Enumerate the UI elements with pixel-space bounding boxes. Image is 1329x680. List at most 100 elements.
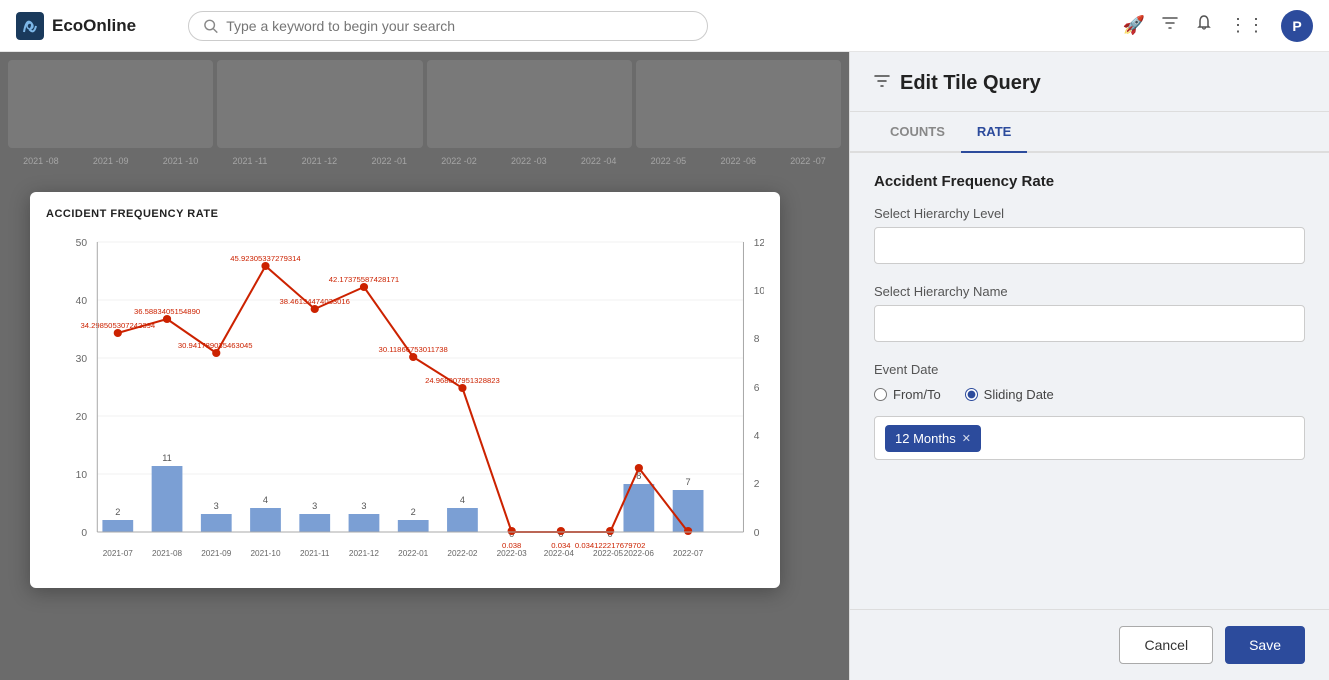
months-badge-text: 12 Months (895, 431, 956, 446)
avatar[interactable]: P (1281, 10, 1313, 42)
panel-title: Edit Tile Query (900, 72, 1041, 111)
panel-header: Edit Tile Query (850, 52, 1329, 112)
svg-text:2021-10: 2021-10 (250, 549, 281, 558)
bar-7 (447, 508, 478, 532)
hierarchy-name-input[interactable] (874, 305, 1305, 342)
sliding-date-option[interactable]: Sliding Date (965, 387, 1054, 402)
tab-rate[interactable]: RATE (961, 112, 1027, 153)
from-to-radio[interactable] (874, 388, 887, 401)
bell-icon[interactable] (1195, 14, 1213, 37)
event-date-section: Event Date From/To Sliding Date 12 Month… (874, 362, 1305, 460)
bar-1 (152, 466, 183, 532)
hierarchy-level-input[interactable] (874, 227, 1305, 264)
svg-text:0: 0 (81, 528, 87, 539)
svg-text:4: 4 (754, 431, 760, 442)
svg-text:10: 10 (76, 470, 88, 481)
svg-text:4: 4 (460, 495, 465, 505)
logo-area: EcoOnline (16, 12, 176, 40)
bar-2 (201, 514, 232, 532)
svg-text:3: 3 (214, 501, 219, 511)
bar-0 (102, 520, 133, 532)
bar-5 (349, 514, 380, 532)
svg-text:30.941789035463045: 30.941789035463045 (178, 341, 253, 350)
svg-text:3: 3 (312, 501, 317, 511)
svg-text:6: 6 (754, 383, 760, 394)
svg-text:12: 12 (754, 238, 764, 249)
svg-text:40: 40 (76, 296, 88, 307)
svg-text:30.11866753011738: 30.11866753011738 (379, 345, 448, 354)
hierarchy-name-label: Select Hierarchy Name (874, 284, 1305, 299)
from-to-option[interactable]: From/To (874, 387, 941, 402)
svg-text:All Events: All Events (762, 382, 764, 422)
svg-text:2022-05: 2022-05 (593, 549, 624, 558)
panel-body: Accident Frequency Rate Select Hierarchy… (850, 153, 1329, 609)
main-area: 2021 -082021 -092021 -102021 -112021 -12… (0, 52, 1329, 680)
svg-text:7: 7 (686, 477, 691, 487)
search-icon (203, 18, 218, 34)
event-date-label: Event Date (874, 362, 1305, 377)
svg-text:45.92305337279314: 45.92305337279314 (230, 254, 300, 263)
chart-card: ACCIDENT FREQUENCY RATE 50 40 (30, 192, 780, 588)
bar-4 (299, 514, 330, 532)
tabs-row: COUNTS RATE (850, 112, 1329, 153)
svg-text:2022-01: 2022-01 (398, 549, 429, 558)
svg-text:3: 3 (361, 501, 366, 511)
filter-panel-icon (874, 73, 890, 94)
svg-text:34.298505307242394: 34.298505307242394 (80, 321, 155, 330)
afr-line (118, 266, 688, 532)
bar-3 (250, 508, 281, 532)
months-badge[interactable]: 12 Months ✕ (885, 425, 981, 452)
svg-text:24.968007951328823: 24.968007951328823 (425, 376, 500, 385)
svg-text:50: 50 (76, 238, 88, 249)
svg-text:2021-12: 2021-12 (349, 549, 380, 558)
svg-text:2021-07: 2021-07 (103, 549, 134, 558)
svg-text:4: 4 (263, 495, 268, 505)
svg-text:2: 2 (411, 507, 416, 517)
logo-text: EcoOnline (52, 16, 136, 36)
svg-text:11: 11 (162, 453, 172, 463)
right-panel: Edit Tile Query COUNTS RATE Accident Fre… (849, 52, 1329, 680)
hierarchy-level-label: Select Hierarchy Level (874, 206, 1305, 221)
chart-title: ACCIDENT FREQUENCY RATE (46, 208, 764, 220)
svg-text:0: 0 (754, 528, 760, 539)
rocket-icon[interactable]: 🚀 (1123, 15, 1145, 36)
svg-text:38.46134474033016: 38.46134474033016 (280, 297, 350, 306)
section-title: Accident Frequency Rate (874, 173, 1305, 190)
top-navigation: EcoOnline 🚀 ⋮⋮ P (0, 0, 1329, 52)
search-input[interactable] (226, 18, 693, 34)
from-to-label: From/To (893, 387, 941, 402)
svg-text:8: 8 (754, 334, 760, 345)
svg-text:2022-06: 2022-06 (624, 549, 655, 558)
chart-area: 50 40 30 20 10 0 12 10 8 6 4 2 0 All Eve… (46, 232, 764, 572)
nav-icons: 🚀 ⋮⋮ P (1123, 10, 1313, 42)
panel-footer: Cancel Save (850, 609, 1329, 680)
svg-text:10: 10 (754, 286, 764, 297)
radio-row: From/To Sliding Date (874, 387, 1305, 402)
svg-text:2022-03: 2022-03 (497, 549, 528, 558)
svg-text:2: 2 (754, 479, 760, 490)
left-content: 2021 -082021 -092021 -102021 -112021 -12… (0, 52, 849, 680)
sliding-date-label: Sliding Date (984, 387, 1054, 402)
svg-text:2022-02: 2022-02 (447, 549, 478, 558)
grid-icon[interactable]: ⋮⋮ (1229, 15, 1265, 36)
svg-text:20: 20 (76, 412, 88, 423)
tab-counts[interactable]: COUNTS (874, 112, 961, 153)
svg-text:2021-09: 2021-09 (201, 549, 232, 558)
logo-icon (16, 12, 44, 40)
svg-text:2021-08: 2021-08 (152, 549, 183, 558)
svg-text:42.17375587428171: 42.17375587428171 (329, 275, 399, 284)
svg-text:30: 30 (76, 354, 88, 365)
svg-text:2022-04: 2022-04 (544, 549, 575, 558)
save-button[interactable]: Save (1225, 626, 1305, 664)
search-bar[interactable] (188, 11, 708, 41)
svg-text:2: 2 (115, 507, 120, 517)
sliding-date-input[interactable]: 12 Months ✕ (874, 416, 1305, 460)
bar-6 (398, 520, 429, 532)
bar-12 (673, 490, 704, 532)
remove-months-icon[interactable]: ✕ (962, 432, 971, 445)
filter-icon[interactable] (1161, 14, 1179, 37)
svg-text:2022-07: 2022-07 (673, 549, 704, 558)
cancel-button[interactable]: Cancel (1119, 626, 1213, 664)
svg-text:2021-11: 2021-11 (300, 549, 330, 558)
sliding-date-radio[interactable] (965, 388, 978, 401)
